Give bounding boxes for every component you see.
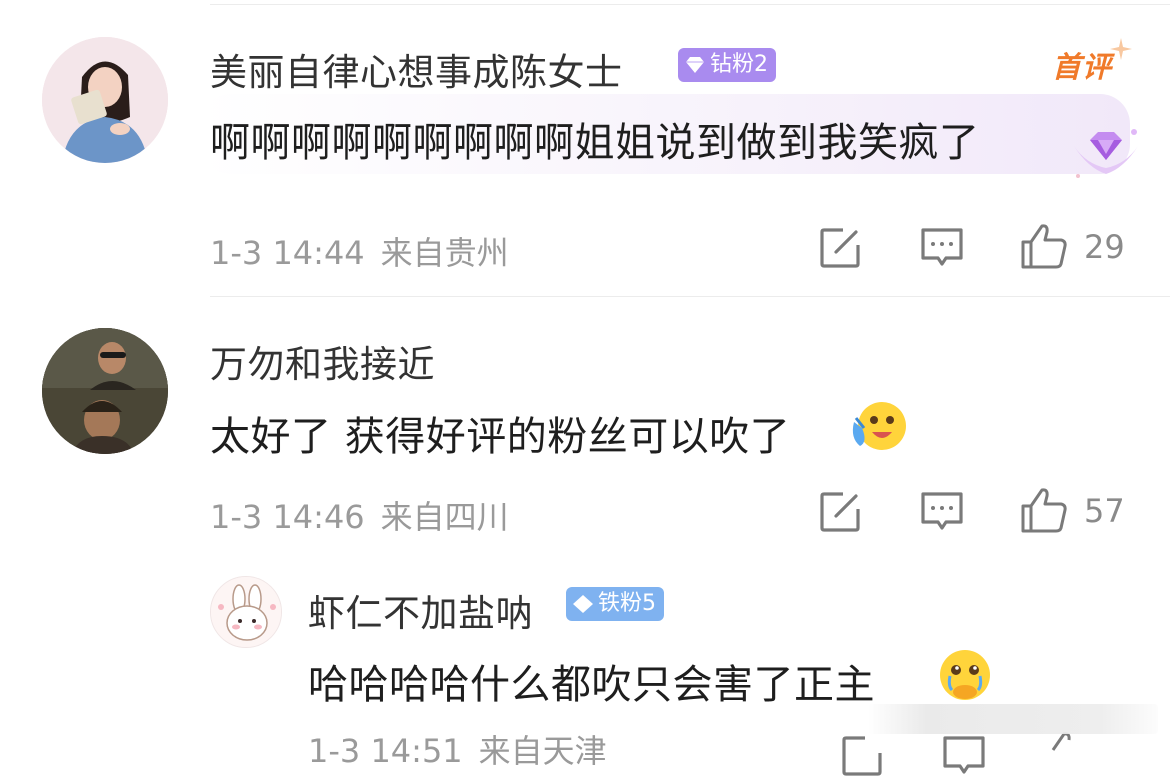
watermark xyxy=(868,704,1158,734)
fan-badge[interactable]: 铁粉5 xyxy=(566,587,664,621)
top-divider xyxy=(210,4,1170,5)
repost-icon[interactable] xyxy=(818,490,862,534)
first-comment-tag: 首评 xyxy=(1052,50,1113,84)
diamond-crown-icon xyxy=(1074,129,1138,178)
avatar[interactable] xyxy=(210,576,282,648)
fan-badge-label: 铁粉5 xyxy=(598,591,656,616)
comment-divider xyxy=(210,296,1170,297)
reply-username[interactable]: 虾仁不加盐呐 xyxy=(308,583,533,637)
reply-text: 哈哈哈哈什么都吹只会害了正主 xyxy=(308,662,875,708)
reply-date: 1-3 14:51 xyxy=(308,732,463,770)
diamond-icon xyxy=(573,595,593,613)
sparkle-icon xyxy=(1110,38,1132,60)
reply-meta: 1-3 14:51 来自天津 xyxy=(308,726,607,772)
avatar[interactable] xyxy=(42,37,168,163)
comment-icon[interactable] xyxy=(920,226,964,270)
thumbs-up-icon[interactable] xyxy=(1020,222,1068,270)
thumbs-up-icon[interactable] xyxy=(1020,486,1068,534)
fan-badge-label: 钻粉2 xyxy=(710,52,768,77)
repost-icon[interactable] xyxy=(840,734,884,778)
like-count: 29 xyxy=(1084,228,1125,266)
comment-meta: 1-3 14:44 来自贵州 xyxy=(210,228,509,274)
pleading-tears-emoji-icon xyxy=(940,650,990,700)
comment-meta: 1-3 14:46 来自四川 xyxy=(210,492,509,538)
diamond-icon xyxy=(686,57,704,73)
thumbs-up-icon[interactable] xyxy=(1042,730,1090,778)
repost-icon[interactable] xyxy=(818,226,862,270)
comment-location: 来自贵州 xyxy=(380,234,509,272)
comment-location: 来自四川 xyxy=(380,498,509,536)
comment-username[interactable]: 万勿和我接近 xyxy=(210,334,435,388)
comment-date: 1-3 14:46 xyxy=(210,498,365,536)
fan-badge[interactable]: 钻粉2 xyxy=(678,48,776,82)
comment-date: 1-3 14:44 xyxy=(210,234,365,272)
crying-laughing-emoji-icon xyxy=(852,402,906,450)
avatar[interactable] xyxy=(42,328,168,454)
comment-icon[interactable] xyxy=(942,734,986,778)
comment-text: 啊啊啊啊啊啊啊啊啊姐姐说到做到我笑疯了 xyxy=(210,120,980,166)
comment-username[interactable]: 美丽自律心想事成陈女士 xyxy=(210,42,623,96)
comment-text: 太好了 获得好评的粉丝可以吹了 xyxy=(210,414,791,460)
reply-location: 来自天津 xyxy=(478,732,607,770)
like-count: 57 xyxy=(1084,492,1125,530)
comment-icon[interactable] xyxy=(920,490,964,534)
